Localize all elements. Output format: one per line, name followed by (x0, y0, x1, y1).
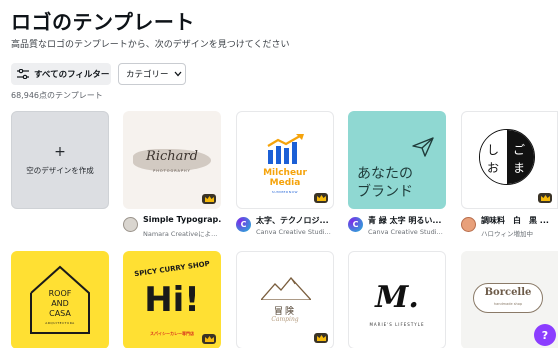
template-meta-richard[interactable]: Simple Typograp... Namara Creativeによ... (123, 213, 223, 243)
crown-icon (202, 334, 216, 344)
logo-line3: CASA (49, 309, 71, 318)
template-thumbnail-your-brand[interactable]: あなたの ブランド (348, 111, 446, 209)
template-meta-milcheur[interactable]: C 太字、テクノロジ... Canva Creative Studi... (236, 213, 336, 243)
category-dropdown[interactable]: カテゴリー (118, 63, 186, 85)
paper-plane-icon (412, 137, 434, 157)
logo-line1: ROOF (48, 289, 72, 298)
logo-line2: AND (51, 299, 69, 308)
category-label: カテゴリー (126, 70, 169, 80)
plus-icon: + (54, 143, 66, 160)
template-author: Canva Creative Studi... (368, 228, 443, 236)
logo-big-text: Borcelle (484, 287, 532, 298)
template-author: Namara Creativeによ... (143, 230, 218, 238)
author-avatar (461, 217, 476, 232)
template-thumbnail-spicy-curry[interactable]: SPICY CURRY SHOP Hi! スパイシーカレー専門店 (123, 251, 221, 348)
char-ma: ま (513, 161, 526, 175)
bar-chart-logo-icon (267, 134, 304, 164)
template-name: 青 緑 太字 明るい... (368, 216, 442, 225)
logo-big-text: M. (375, 280, 419, 315)
char-shi: し (487, 143, 500, 157)
template-meta-your-brand[interactable]: C 青 緑 太字 明るい... Canva Creative Studi... (348, 213, 448, 243)
logo-sub-text: handmade shop (493, 302, 523, 306)
template-thumbnail-milcheur[interactable]: Milcheur Media SUMMERNOW (236, 111, 334, 209)
template-name: Simple Typograp... (143, 215, 221, 224)
page-title: ロゴのテンプレート (11, 10, 195, 34)
crown-icon (314, 193, 328, 203)
logo-line2: ブランド (357, 184, 413, 200)
logo-line4: ARQUITECTURA (45, 321, 75, 325)
author-avatar (123, 217, 138, 232)
template-author: ハロウィン増加中 (481, 230, 533, 238)
seasoning-circle: し お ご ま (479, 129, 535, 185)
result-count: 68,946点のテンプレート (11, 91, 103, 100)
all-filters-button[interactable]: すべてのフィルター (11, 63, 111, 85)
template-name: 調味料 白 黒 ... (481, 216, 549, 225)
template-name: 太字、テクノロジ... (256, 216, 329, 225)
page-subtitle: 高品質なロゴのテンプレートから、次のデザインを見つけてください (11, 40, 290, 50)
template-thumbnail-roof-casa[interactable]: ROOF AND CASA ARQUITECTURA (11, 251, 109, 348)
sliders-icon (17, 69, 29, 79)
logo-line1: あなたの (357, 166, 413, 182)
char-go: ご (513, 143, 526, 157)
template-thumbnail-seasoning[interactable]: し お ご ま (461, 111, 558, 209)
template-meta-seasoning[interactable]: 調味料 白 黒 ... ハロウィン増加中 (461, 213, 558, 243)
create-blank-design-tile[interactable]: + 空のデザインを作成 (11, 111, 109, 209)
adventure-sub: Camping (271, 316, 299, 323)
logo-script-text: Richard (146, 149, 198, 164)
template-thumbnail-maries-lifestyle[interactable]: M. MARIE'S LIFESTYLE (348, 251, 446, 348)
crown-icon (538, 193, 552, 203)
template-author: Canva Creative Studi... (256, 228, 331, 236)
char-o: お (487, 161, 500, 175)
curry-top-text: SPICY CURRY SHOP (133, 259, 211, 279)
template-thumbnail-richard[interactable]: Richard PHOTOGRAPHY (123, 111, 221, 209)
logo-line1: Milcheur (263, 168, 307, 178)
template-thumbnail-adventure[interactable]: 冒険 Camping (236, 251, 334, 348)
create-blank-label: 空のデザインを作成 (26, 165, 94, 175)
chevron-down-icon (174, 71, 182, 77)
curry-big-text: Hi! (144, 280, 200, 320)
help-button[interactable]: ? (534, 324, 556, 346)
mountain-icon (261, 277, 311, 300)
canva-logo-icon: C (236, 217, 251, 232)
canva-logo-icon: C (348, 217, 363, 232)
logo-sub-text: PHOTOGRAPHY (153, 169, 191, 173)
crown-icon (202, 194, 216, 204)
logo-line2: Media (269, 178, 301, 188)
logo-sub-text: MARIE'S LIFESTYLE (369, 322, 425, 327)
all-filters-label: すべてのフィルター (34, 70, 110, 80)
crown-icon (314, 333, 328, 343)
